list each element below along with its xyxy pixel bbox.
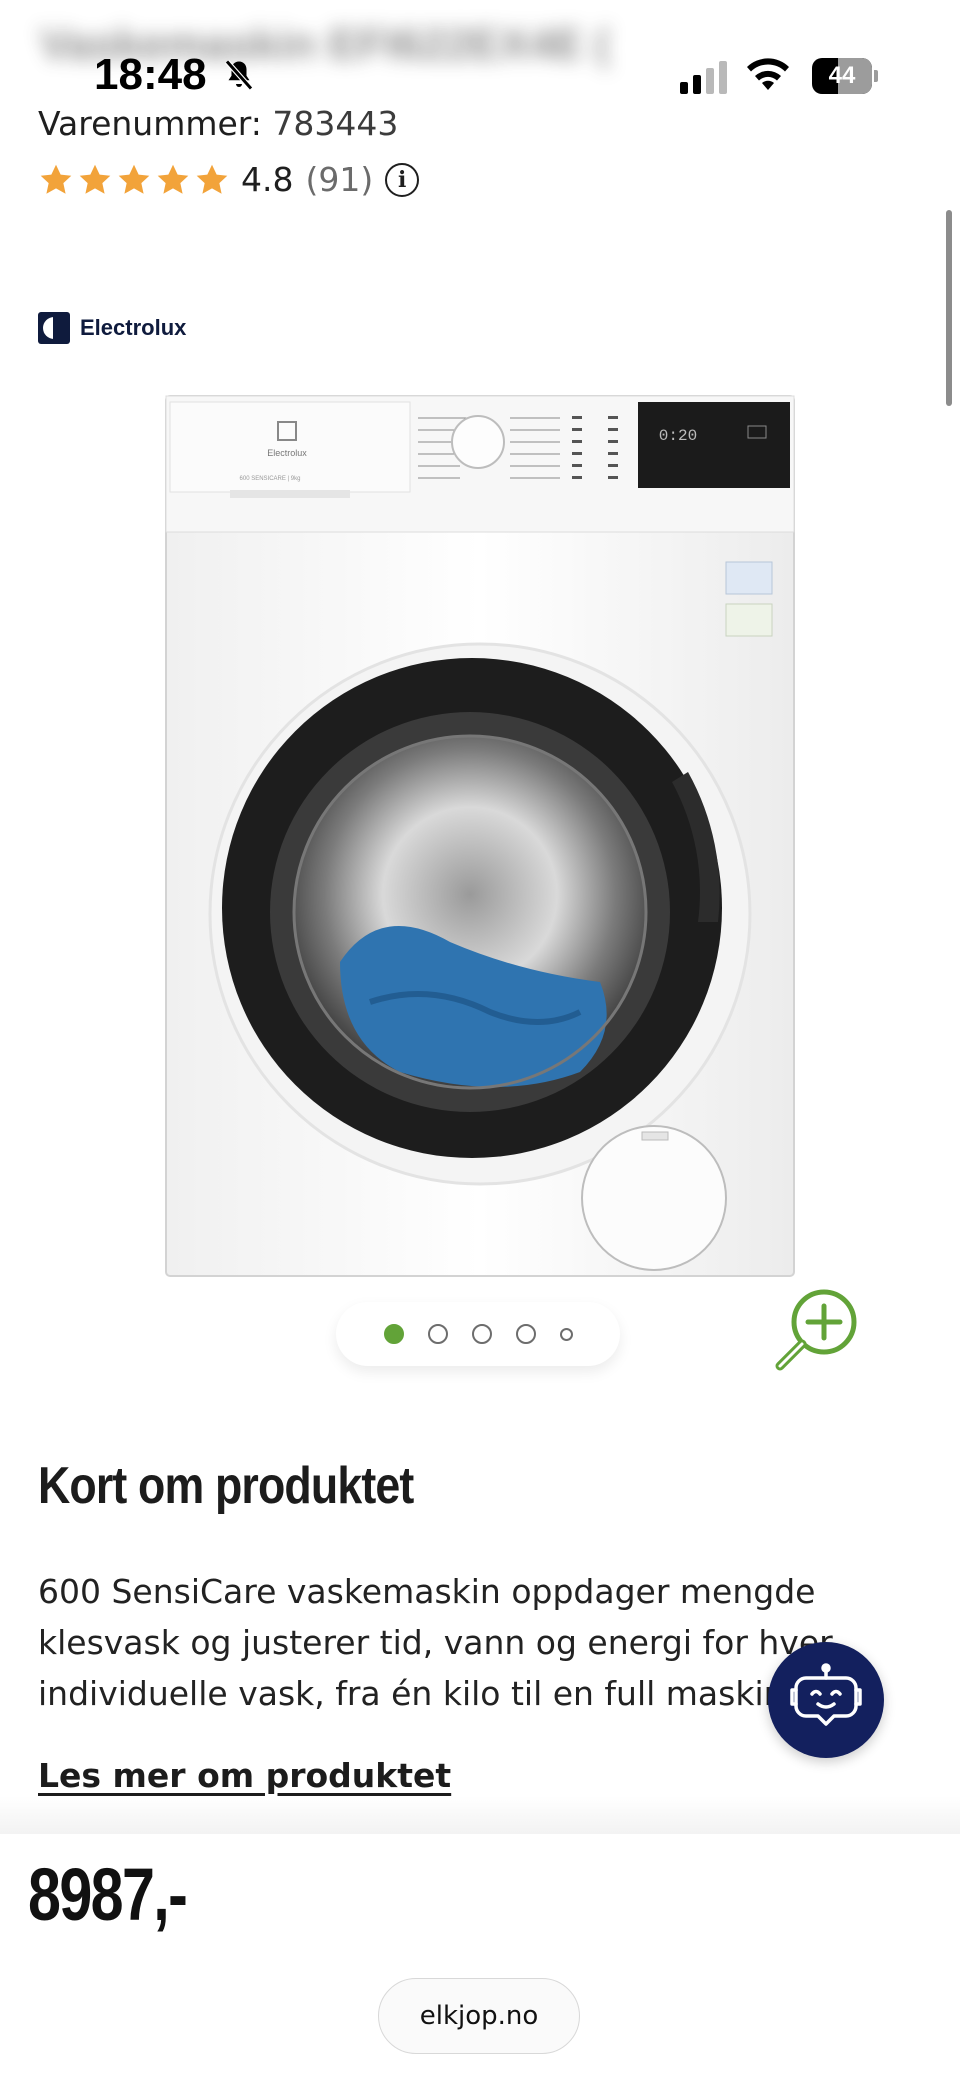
signal-icon [680, 61, 727, 94]
brand-name: Electrolux [80, 315, 187, 340]
read-more-link[interactable]: Les mer om produktet [38, 1756, 451, 1795]
status-bar-time: 18:48 [94, 50, 257, 100]
section-title: Kort om produktet [38, 1457, 414, 1515]
star-icon [157, 164, 189, 194]
sku-label: Varenummer: [38, 104, 262, 143]
battery-level: 44 [828, 62, 856, 89]
star-icon [40, 164, 72, 194]
rating-row[interactable]: 4.8 (91) i [38, 160, 420, 199]
chatbot-button[interactable] [768, 1642, 884, 1758]
status-time: 18:48 [94, 50, 207, 99]
brand-logo: Electrolux [38, 312, 186, 344]
svg-text:Electrolux: Electrolux [267, 448, 307, 458]
star-icon [79, 164, 111, 194]
carousel-dot[interactable] [383, 1324, 404, 1344]
bottom-shadow [0, 1796, 960, 1836]
sku-value: 783443 [272, 104, 399, 143]
bell-slash-icon [224, 59, 253, 91]
info-icon[interactable]: i [385, 162, 420, 197]
carousel-dot[interactable] [515, 1324, 536, 1344]
scrollbar[interactable] [946, 210, 952, 406]
browser-url-bar[interactable]: elkjop.no [378, 1978, 580, 2054]
carousel-dots [336, 1302, 620, 1366]
star-icon [196, 164, 228, 194]
chatbot-icon [790, 1663, 862, 1726]
price: 8987,- [28, 1853, 188, 1936]
zoom-in-icon[interactable] [772, 1284, 862, 1374]
carousel-dot[interactable] [471, 1324, 492, 1344]
rating-count: (91) [305, 160, 374, 199]
wifi-icon [747, 58, 789, 90]
carousel-dot[interactable] [427, 1324, 448, 1344]
svg-text:0:20: 0:20 [659, 427, 697, 445]
rating-score: 4.8 [241, 160, 294, 199]
battery-icon: 44 [812, 58, 878, 94]
product-image[interactable]: Electrolux 600 SENSICARE | 9kg 0:20 [160, 392, 800, 1284]
svg-text:600 SENSICARE | 9kg: 600 SENSICARE | 9kg [240, 476, 301, 482]
star-icon [118, 164, 150, 194]
carousel-dot[interactable] [559, 1327, 573, 1341]
electrolux-logo-icon [38, 312, 70, 344]
sku-row: Varenummer: 783443 [38, 104, 398, 143]
